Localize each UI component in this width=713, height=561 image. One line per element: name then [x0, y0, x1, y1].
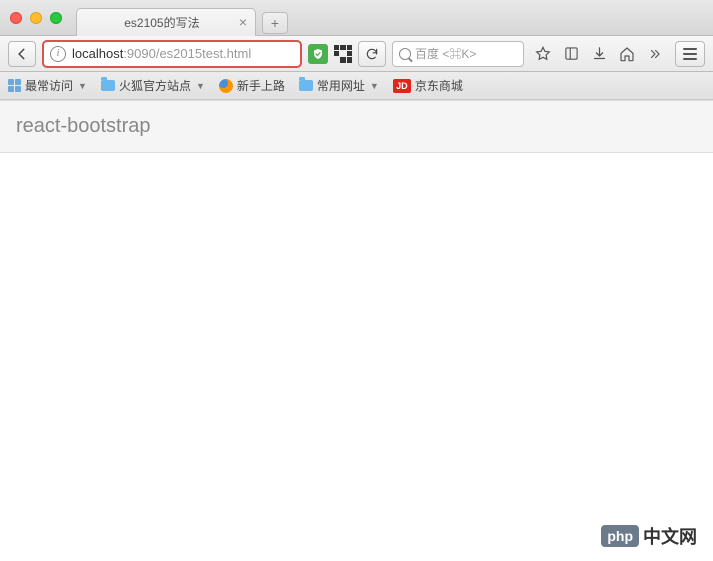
folder-icon	[299, 80, 313, 91]
search-icon	[399, 48, 411, 60]
downloads-icon[interactable]	[590, 45, 608, 63]
window-titlebar: es2105的写法 × +	[0, 0, 713, 36]
qr-code-icon[interactable]	[334, 45, 352, 63]
toolbar-icons	[534, 45, 664, 63]
url-host: localhost	[72, 46, 123, 61]
bookmark-getting-started[interactable]: 新手上路	[219, 77, 285, 94]
hamburger-icon	[683, 48, 697, 50]
grid-icon	[8, 79, 21, 92]
watermark-text: 中文网	[643, 523, 697, 549]
url-path: :9090/es2015test.html	[123, 46, 251, 61]
url-text: localhost:9090/es2015test.html	[72, 46, 251, 61]
close-tab-icon[interactable]: ×	[239, 15, 247, 29]
bookmark-label: 最常访问	[25, 77, 73, 94]
chevron-down-icon: ▼	[370, 81, 379, 91]
browser-tab[interactable]: es2105的写法 ×	[76, 8, 256, 36]
home-icon[interactable]	[618, 45, 636, 63]
bookmark-star-icon[interactable]	[534, 45, 552, 63]
bookmark-label: 火狐官方站点	[119, 77, 191, 94]
traffic-lights	[10, 12, 62, 24]
close-window-icon[interactable]	[10, 12, 22, 24]
maximize-window-icon[interactable]	[50, 12, 62, 24]
chevron-down-icon: ▼	[196, 81, 205, 91]
bookmarks-bar: 最常访问 ▼ 火狐官方站点 ▼ 新手上路 常用网址 ▼ JD 京东商城	[0, 72, 713, 100]
bookmark-label: 常用网址	[317, 77, 365, 94]
bookmark-label: 京东商城	[415, 77, 463, 94]
overflow-icon[interactable]	[646, 45, 664, 63]
chevron-down-icon: ▼	[78, 81, 87, 91]
panel-title: react-bootstrap	[16, 115, 697, 138]
new-tab-button[interactable]: +	[262, 12, 288, 34]
url-bar[interactable]: i localhost:9090/es2015test.html	[42, 40, 302, 68]
bookmark-firefox-site[interactable]: 火狐官方站点 ▼	[101, 77, 205, 94]
arrow-left-icon	[15, 47, 29, 61]
bookmark-jd[interactable]: JD 京东商城	[393, 77, 463, 94]
reload-button[interactable]	[358, 41, 386, 67]
folder-icon	[101, 80, 115, 91]
jd-icon: JD	[393, 79, 411, 93]
toolbar: i localhost:9090/es2015test.html 百度 <⌘K>	[0, 36, 713, 72]
hamburger-menu-button[interactable]	[675, 41, 705, 67]
watermark: php 中文网	[601, 523, 697, 549]
search-placeholder: 百度 <⌘K>	[415, 45, 476, 62]
panel: react-bootstrap	[0, 100, 713, 153]
firefox-icon	[219, 79, 233, 93]
shield-icon[interactable]	[308, 44, 328, 64]
back-button[interactable]	[8, 41, 36, 67]
bookmark-common-urls[interactable]: 常用网址 ▼	[299, 77, 379, 94]
bookmark-label: 新手上路	[237, 77, 285, 94]
sidebar-icon[interactable]	[562, 45, 580, 63]
page-content: react-bootstrap	[0, 100, 713, 153]
minimize-window-icon[interactable]	[30, 12, 42, 24]
tab-title: es2105的写法	[85, 14, 239, 31]
search-box[interactable]: 百度 <⌘K>	[392, 41, 524, 67]
reload-icon	[365, 47, 379, 61]
site-info-icon[interactable]: i	[50, 46, 66, 62]
bookmark-most-visited[interactable]: 最常访问 ▼	[8, 77, 87, 94]
watermark-badge: php	[601, 525, 639, 547]
